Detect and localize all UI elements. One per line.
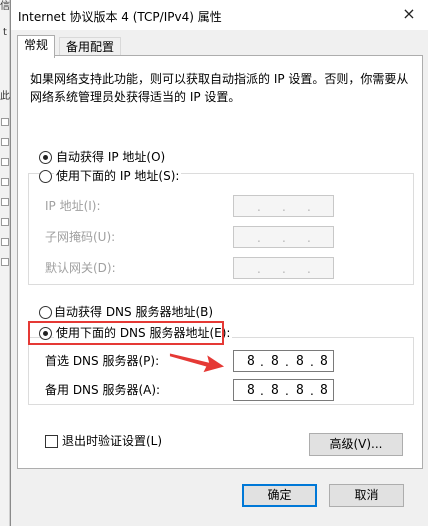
preferred-dns-label: 首选 DNS 服务器(P):	[45, 354, 160, 368]
preferred-dns-input[interactable]: 8 . 8 . 8 . 8	[233, 350, 334, 372]
background-checkbox	[1, 138, 9, 146]
close-button[interactable]: ×	[389, 0, 428, 30]
manual-ip-radio[interactable]	[39, 170, 52, 183]
close-icon: ×	[402, 4, 416, 23]
title-bar[interactable]: Internet 协议版本 4 (TCP/IPv4) 属性 ×	[11, 0, 428, 30]
default-gateway-label: 默认网关(D):	[45, 261, 116, 275]
default-gateway-input: ...	[233, 257, 334, 279]
validate-settings-label[interactable]: 退出时验证设置(L)	[62, 434, 162, 448]
dialog-title: Internet 协议版本 4 (TCP/IPv4) 属性	[18, 10, 222, 24]
description-text: 如果网络支持此功能，则可以获取自动指派的 IP 设置。否则，你需要从网络系统管理…	[30, 72, 409, 104]
validate-settings-checkbox[interactable]	[45, 435, 58, 448]
subnet-mask-label: 子网掩码(U):	[45, 230, 116, 244]
manual-ip-label[interactable]: 使用下面的 IP 地址(S):	[54, 169, 182, 183]
background-checkbox	[1, 218, 9, 226]
background-checkbox	[1, 158, 9, 166]
auto-dns-label[interactable]: 自动获得 DNS 服务器地址(B)	[54, 305, 213, 319]
background-text: t	[3, 27, 7, 38]
background-checkbox	[1, 198, 9, 206]
tab-general[interactable]: 常规	[17, 35, 56, 58]
ok-button[interactable]: 确定	[242, 484, 317, 507]
subnet-mask-input: ...	[233, 226, 334, 248]
cancel-button[interactable]: 取消	[329, 484, 404, 507]
ip-address-input: ...	[233, 195, 334, 217]
advanced-button[interactable]: 高级(V)...	[309, 433, 403, 456]
alternate-dns-label: 备用 DNS 服务器(A):	[45, 383, 161, 397]
general-tab-panel: 如果网络支持此功能，则可以获取自动指派的 IP 设置。否则，你需要从网络系统管理…	[17, 55, 423, 469]
background-checkbox	[1, 118, 9, 126]
background-checkbox	[1, 178, 9, 186]
tcpip-properties-dialog: Internet 协议版本 4 (TCP/IPv4) 属性 × 常规 备用配置 …	[10, 0, 428, 526]
auto-ip-radio[interactable]	[39, 151, 52, 164]
background-window-edge: 信 t 此	[0, 0, 10, 526]
auto-ip-label[interactable]: 自动获得 IP 地址(O)	[56, 150, 165, 164]
ip-address-label: IP 地址(I):	[45, 199, 101, 213]
alternate-dns-input[interactable]: 8 . 8 . 8 . 8	[233, 379, 334, 401]
annotation-arrow-icon	[169, 353, 225, 373]
background-checkbox	[1, 258, 9, 266]
highlight-box	[28, 321, 224, 345]
auto-dns-radio[interactable]	[39, 306, 52, 319]
background-text: 此	[0, 91, 10, 102]
background-checkbox	[1, 238, 9, 246]
background-text: 信	[0, 1, 10, 12]
